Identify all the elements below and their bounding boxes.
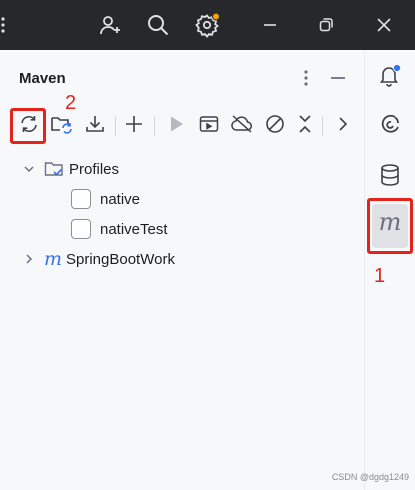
run-icon[interactable] xyxy=(163,111,189,137)
profile-checkbox[interactable] xyxy=(71,189,91,209)
skip-tests-icon[interactable] xyxy=(262,111,288,137)
minimize-icon[interactable] xyxy=(255,10,285,40)
annotation-number-2: 2 xyxy=(65,92,77,114)
watermark: CSDN @dgdg1249 xyxy=(331,472,409,482)
gear-icon[interactable] xyxy=(193,10,223,40)
tree-row-project[interactable]: m SpringBootWork xyxy=(20,246,175,272)
close-icon[interactable] xyxy=(369,10,399,40)
add-user-icon[interactable] xyxy=(95,10,125,40)
tree-row-profiles[interactable]: Profiles xyxy=(20,156,119,182)
profiles-folder-icon xyxy=(44,160,64,178)
menu-dots-icon[interactable] xyxy=(0,10,18,40)
annotation-box-1 xyxy=(367,198,413,254)
annotation-box-2 xyxy=(10,108,46,144)
offline-cloud-icon[interactable] xyxy=(229,111,255,137)
ai-assistant-icon[interactable] xyxy=(375,110,405,140)
chevron-down-icon[interactable] xyxy=(20,163,38,175)
profiles-label: Profiles xyxy=(69,160,120,178)
panel-title: Maven xyxy=(19,70,66,87)
download-icon[interactable] xyxy=(82,111,108,137)
profile-row[interactable]: nativeTest xyxy=(71,216,168,242)
add-icon[interactable] xyxy=(121,111,147,137)
project-label: SpringBootWork xyxy=(66,250,175,268)
annotation-number-1: 1 xyxy=(374,265,386,287)
chevron-right-icon[interactable] xyxy=(20,253,38,265)
profile-label: native xyxy=(100,190,141,208)
more-icon[interactable] xyxy=(330,111,356,137)
maven-project-icon: m xyxy=(44,248,63,270)
title-bar xyxy=(0,0,415,50)
hide-panel-icon[interactable] xyxy=(327,65,349,91)
profile-row[interactable]: native xyxy=(71,186,140,212)
search-icon[interactable] xyxy=(143,10,173,40)
profile-checkbox[interactable] xyxy=(71,219,91,239)
notifications-bell-icon[interactable] xyxy=(375,60,405,90)
database-icon[interactable] xyxy=(375,160,405,190)
restore-icon[interactable] xyxy=(311,10,341,40)
collapse-all-icon[interactable] xyxy=(292,111,318,137)
execute-goal-icon[interactable] xyxy=(196,111,222,137)
profile-label: nativeTest xyxy=(100,220,168,238)
options-menu-icon[interactable] xyxy=(295,65,317,91)
